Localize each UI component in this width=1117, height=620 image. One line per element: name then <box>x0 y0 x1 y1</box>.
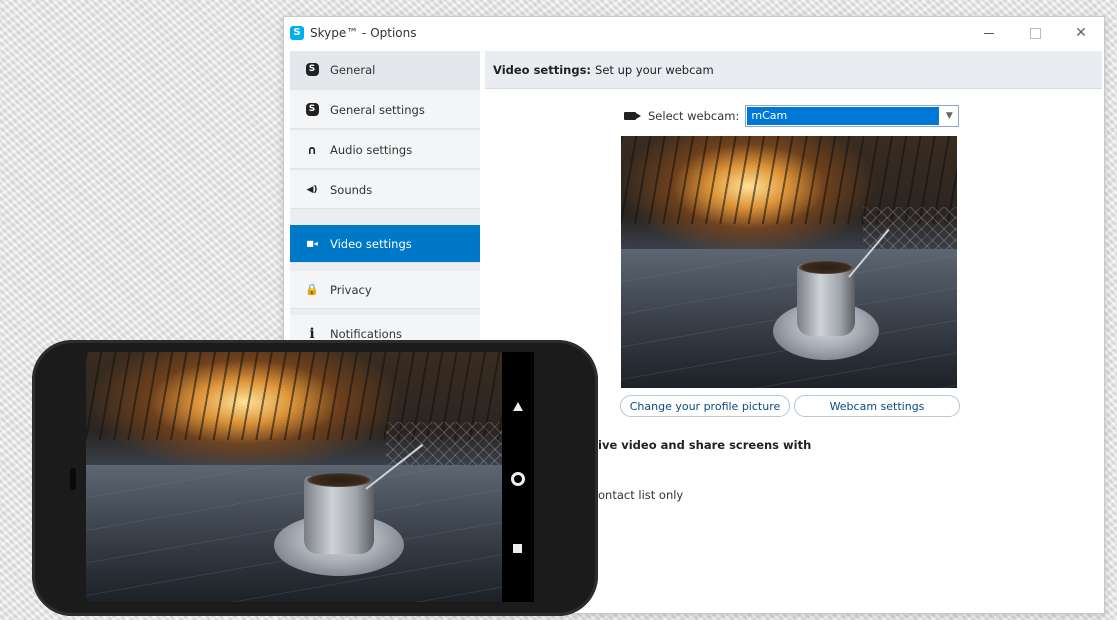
phone-nav-bar <box>502 352 534 602</box>
webcam-select-row: Select webcam: mCam ▼ <box>624 105 960 127</box>
lock-icon: 🔒 <box>305 283 319 296</box>
sidebar-item-label: Notifications <box>330 326 402 341</box>
skype-logo-icon: S <box>290 26 304 40</box>
title-bar: S Skype™ - Options ✕ <box>284 17 1104 49</box>
change-profile-picture-button[interactable]: Change your profile picture <box>620 395 790 417</box>
chevron-down-icon[interactable]: ▼ <box>940 106 958 126</box>
preview-cup <box>797 261 855 336</box>
skype-icon: S <box>304 102 320 118</box>
sidebar-item-audio-settings[interactable]: ∩ Audio settings <box>290 131 480 169</box>
sidebar-item-sounds[interactable]: ◀) Sounds <box>290 171 480 209</box>
contact-list-option[interactable]: ontact list only <box>598 488 683 502</box>
video-camera-icon <box>624 112 641 120</box>
webcam-settings-button[interactable]: Webcam settings <box>794 395 960 417</box>
sidebar-item-label: Audio settings <box>330 142 413 157</box>
pane-header-text: Set up your webcam <box>595 62 714 77</box>
sidebar-item-label: Video settings <box>330 236 412 251</box>
minimize-button[interactable] <box>966 17 1012 49</box>
close-button[interactable]: ✕ <box>1058 17 1104 49</box>
back-icon[interactable] <box>513 402 523 411</box>
sidebar-item-label: Sounds <box>330 182 373 197</box>
pane-header-bold: Video settings: <box>493 62 592 77</box>
pane-header: Video settings: Set up your webcam <box>485 51 1102 89</box>
video-camera-icon: ■◂ <box>306 239 318 248</box>
sidebar-item-privacy[interactable]: 🔒 Privacy <box>290 271 480 309</box>
select-webcam-label: Select webcam: <box>648 109 740 123</box>
sidebar-item-label: Privacy <box>330 282 372 297</box>
headset-icon: ∩ <box>307 142 317 157</box>
skype-icon: S <box>304 62 320 78</box>
share-video-section-title: ive video and share screens with <box>598 438 812 452</box>
window-controls: ✕ <box>966 17 1104 49</box>
sidebar-item-label: General settings <box>330 102 425 117</box>
sidebar-item-video-settings[interactable]: ■◂ Video settings <box>290 225 480 263</box>
home-icon[interactable] <box>511 472 525 486</box>
sidebar-item-label: General <box>330 62 376 77</box>
sidebar-item-general-settings[interactable]: S General settings <box>290 91 480 129</box>
maximize-button[interactable] <box>1012 17 1058 49</box>
webcam-preview <box>621 136 957 388</box>
webcam-select[interactable]: mCam ▼ <box>745 105 960 127</box>
speaker-icon: ◀) <box>306 184 318 195</box>
webcam-select-value: mCam <box>747 107 940 125</box>
phone-preview-cup <box>304 472 374 554</box>
sidebar-item-general[interactable]: S General <box>290 51 480 89</box>
phone-speaker <box>70 468 76 490</box>
phone-camera-preview <box>86 352 502 602</box>
recent-apps-icon[interactable] <box>513 544 522 553</box>
window-title: Skype™ - Options <box>310 26 417 40</box>
